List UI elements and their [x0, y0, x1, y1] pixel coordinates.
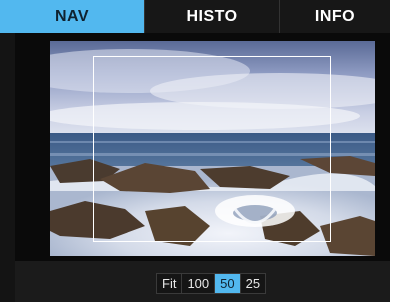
zoom-25-button[interactable]: 25	[240, 274, 266, 293]
zoom-controls: Fit 100 50 25	[15, 261, 390, 302]
tab-info[interactable]: INFO	[280, 0, 390, 33]
zoom-100-button[interactable]: 100	[182, 274, 216, 293]
navigator-view[interactable]	[15, 33, 390, 261]
navigator-panel: NAV HISTO INFO Fit 100 50 25	[0, 0, 390, 302]
tab-nav[interactable]: NAV	[0, 0, 145, 33]
zoom-fit-button[interactable]: Fit	[157, 274, 183, 293]
zoom-50-button[interactable]: 50	[215, 274, 241, 293]
tab-bar: NAV HISTO INFO	[0, 0, 390, 33]
zoom-region-rectangle[interactable]	[93, 56, 331, 242]
zoom-button-group: Fit 100 50 25	[156, 273, 267, 294]
tab-histo[interactable]: HISTO	[145, 0, 280, 33]
